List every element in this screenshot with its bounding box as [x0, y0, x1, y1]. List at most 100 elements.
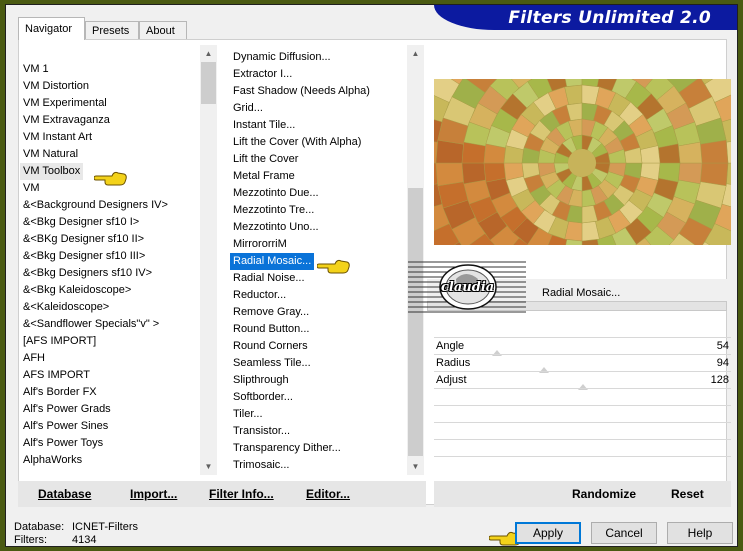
- tab-presets[interactable]: Presets: [85, 21, 139, 39]
- filter-list-item[interactable]: Remove Gray...: [230, 304, 312, 321]
- category-list-item[interactable]: [AFS IMPORT]: [20, 333, 99, 350]
- category-scroll-thumb[interactable]: [201, 62, 216, 104]
- param-row[interactable]: Radius 94: [434, 355, 731, 372]
- category-list-item[interactable]: Alf's Power Toys: [20, 435, 106, 452]
- param-slider-track: [434, 388, 731, 389]
- filter-list-item[interactable]: Fast Shadow (Needs Alpha): [230, 83, 373, 100]
- cancel-button[interactable]: Cancel: [591, 522, 657, 544]
- filter-list-item[interactable]: Metal Frame: [230, 168, 298, 185]
- parameter-button-bar: Randomize Reset: [434, 481, 731, 507]
- scroll-up-arrow-icon[interactable]: ▲: [407, 45, 424, 62]
- filter-info-button[interactable]: Filter Info...: [209, 487, 274, 501]
- tab-about[interactable]: About: [139, 21, 187, 39]
- app-title: Filters Unlimited 2.0: [508, 8, 711, 28]
- editor-button[interactable]: Editor...: [306, 487, 350, 501]
- category-list-item[interactable]: AFH: [20, 350, 48, 367]
- import-button[interactable]: Import...: [130, 487, 177, 501]
- param-slider-track[interactable]: [434, 337, 731, 338]
- filter-list-item[interactable]: Radial Noise...: [230, 270, 308, 287]
- category-list-item[interactable]: Alf's Power Sines: [20, 418, 111, 435]
- filter-list-item[interactable]: Transparency Dither...: [230, 440, 344, 457]
- title-banner: Filters Unlimited 2.0: [434, 5, 737, 30]
- filter-list-item[interactable]: Instant Tile...: [230, 117, 298, 134]
- randomize-button[interactable]: Randomize: [572, 487, 636, 501]
- category-list-item[interactable]: &<Bkg Designer sf10 III>: [20, 248, 148, 265]
- filter-list-item[interactable]: Trimosaic...: [230, 457, 292, 474]
- filter-list-item[interactable]: Lift the Cover (With Alpha): [230, 134, 364, 151]
- category-list-item[interactable]: VM Toolbox: [20, 163, 84, 180]
- category-list-item[interactable]: &<Background Designers IV>: [20, 197, 171, 214]
- filter-list-item[interactable]: Seamless Tile...: [230, 355, 314, 372]
- category-list-item[interactable]: Alf's Power Grads: [20, 401, 114, 418]
- scroll-up-arrow-icon[interactable]: ▲: [200, 45, 217, 62]
- filter-list-item[interactable]: Mezzotinto Tre...: [230, 202, 317, 219]
- param-value[interactable]: 94: [717, 355, 729, 372]
- database-button[interactable]: Database: [38, 487, 91, 501]
- category-list-item[interactable]: &<Sandflower Specials"v" >: [20, 316, 162, 333]
- filter-list-item[interactable]: Radial Mosaic...: [230, 253, 315, 270]
- category-list-item[interactable]: &<Bkg Kaleidoscope>: [20, 282, 134, 299]
- param-label: Angle: [436, 340, 465, 352]
- navigator-button-bar: Database Import... Filter Info... Editor…: [18, 481, 426, 507]
- filters-count: 4134: [72, 534, 97, 546]
- filter-list-item[interactable]: Mezzotinto Due...: [230, 185, 322, 202]
- param-slider-knob[interactable]: [578, 384, 588, 390]
- filter-list-item[interactable]: Reductor...: [230, 287, 289, 304]
- category-list-item[interactable]: Alf's Border FX: [20, 384, 100, 401]
- param-slider-track: [434, 405, 731, 406]
- category-scrollbar[interactable]: ▲ ▼: [200, 45, 217, 475]
- category-list-item[interactable]: VM Experimental: [20, 95, 110, 112]
- pointing-hand-icon: [94, 171, 127, 186]
- filter-list-item[interactable]: Grid...: [230, 100, 266, 117]
- filter-list-item[interactable]: Mezzotinto Uno...: [230, 219, 322, 236]
- category-list-item[interactable]: VM 1: [20, 61, 52, 78]
- tab-navigator[interactable]: Navigator: [18, 17, 85, 40]
- filter-list-item[interactable]: Slipthrough: [230, 372, 292, 389]
- help-button[interactable]: Help: [667, 522, 733, 544]
- apply-button[interactable]: Apply: [515, 522, 581, 544]
- scroll-down-arrow-icon[interactable]: ▼: [407, 458, 424, 475]
- outer-frame: Filters Unlimited 2.0 Navigator Presets …: [0, 0, 743, 551]
- claudia-watermark-logo: claudia: [408, 259, 526, 315]
- category-list-item[interactable]: VM: [20, 180, 43, 197]
- filter-list-item[interactable]: Round Button...: [230, 321, 312, 338]
- param-slider-track: [434, 422, 731, 423]
- category-list[interactable]: VM 1 VM Distortion VM Experimental VM Extra…: [20, 61, 198, 477]
- param-slider-track[interactable]: [434, 371, 731, 372]
- filters-label: Filters:: [14, 534, 47, 546]
- reset-button[interactable]: Reset: [671, 487, 704, 501]
- param-value[interactable]: 54: [717, 338, 729, 355]
- category-list-item[interactable]: AFS IMPORT: [20, 367, 93, 384]
- filter-name-label: Radial Mosaic...: [542, 287, 621, 299]
- filter-list-item[interactable]: Lift the Cover: [230, 151, 301, 168]
- category-list-item[interactable]: VM Extravaganza: [20, 112, 113, 129]
- watermark-text: claudia: [441, 280, 495, 295]
- param-slider-track[interactable]: [434, 354, 731, 355]
- filters-info: Filters: 4134: [14, 534, 96, 546]
- filter-list-item[interactable]: MirrororriM: [230, 236, 290, 253]
- pointing-hand-icon: [317, 259, 350, 274]
- database-value: ICNET-Filters: [72, 521, 138, 533]
- filter-list-item[interactable]: Transistor...: [230, 423, 293, 440]
- filter-scroll-thumb[interactable]: [408, 188, 423, 456]
- category-list-item[interactable]: AlphaWorks: [20, 452, 85, 469]
- param-row[interactable]: Angle 54: [434, 338, 731, 355]
- filter-list-item[interactable]: Tiler...: [230, 406, 266, 423]
- param-slider-track: [434, 456, 731, 457]
- category-list-item[interactable]: &<BKg Designer sf10 II>: [20, 231, 147, 248]
- database-label: Database:: [14, 521, 65, 533]
- filter-list-item[interactable]: Round Corners: [230, 338, 311, 355]
- filter-list-item[interactable]: Dynamic Diffusion...: [230, 49, 334, 66]
- category-list-item[interactable]: &<Kaleidoscope>: [20, 299, 112, 316]
- param-value[interactable]: 128: [711, 372, 729, 389]
- category-list-item[interactable]: VM Natural: [20, 146, 81, 163]
- database-info: Database: ICNET-Filters: [14, 521, 138, 533]
- param-slider-track: [434, 439, 731, 440]
- filter-list-item[interactable]: Softborder...: [230, 389, 296, 406]
- filter-list-item[interactable]: Extractor I...: [230, 66, 295, 83]
- scroll-down-arrow-icon[interactable]: ▼: [200, 458, 217, 475]
- category-list-item[interactable]: &<Bkg Designers sf10 IV>: [20, 265, 155, 282]
- category-list-item[interactable]: &<Bkg Designer sf10 I>: [20, 214, 142, 231]
- category-list-item[interactable]: VM Instant Art: [20, 129, 95, 146]
- category-list-item[interactable]: VM Distortion: [20, 78, 92, 95]
